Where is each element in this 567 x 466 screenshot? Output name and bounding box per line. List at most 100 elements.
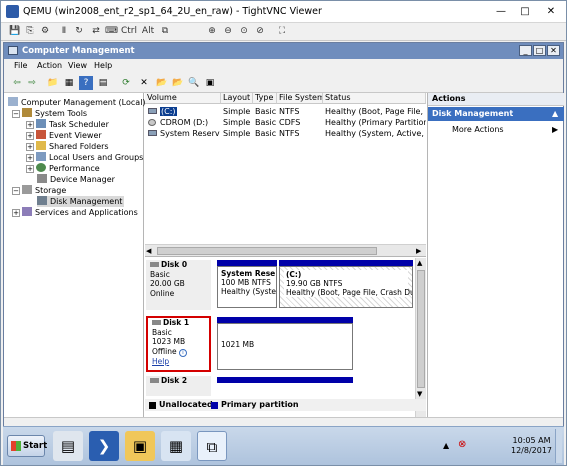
search-icon[interactable]: 🔍 — [187, 76, 201, 90]
scroll-down-icon[interactable]: ▼ — [417, 390, 422, 398]
menu-help[interactable]: Help — [94, 61, 112, 70]
up-folder-icon[interactable]: 📁 — [46, 76, 60, 90]
disk1-label[interactable]: Disk 1 Basic 1023 MB Offline i Help — [146, 316, 211, 372]
tree-item-event-viewer[interactable]: + Event Viewer — [26, 130, 102, 141]
cm-toolbar: ⇦ ⇨ 📁 ▦ ? ▤ ⟳ ✕ 📂 📂 🔍 ▣ — [4, 73, 563, 93]
show-desktop-button[interactable] — [555, 429, 562, 463]
options-icon[interactable]: ⚙ — [39, 25, 51, 38]
close-button[interactable]: ✕ — [547, 45, 560, 56]
menu-view[interactable]: View — [68, 61, 87, 70]
scroll-right-icon[interactable]: ▶ — [416, 247, 421, 255]
start-button[interactable]: Start — [7, 435, 47, 457]
column-header-type[interactable]: Type — [253, 93, 277, 104]
partition-disk1[interactable]: 1021 MB — [217, 323, 353, 370]
zoom-fit-icon[interactable]: ⊘ — [254, 25, 266, 38]
tree-item-performance[interactable]: + Performance — [26, 163, 100, 174]
tree-item-storage[interactable]: − Storage — [12, 185, 66, 196]
folder-icon[interactable]: 📂 — [171, 76, 185, 90]
explorer-icon[interactable]: ▣ — [125, 431, 155, 461]
viewer-toolbar: 💾 ⎘ ⚙ Ⅱ ↻ ⇄ ⌨ Ctrl Alt ⧉ ⊕ ⊖ ⊙ ⊘ ⛶ — [1, 23, 566, 41]
zoom-out-icon[interactable]: ⊖ — [222, 25, 234, 38]
column-header-filesystem[interactable]: File System — [277, 93, 323, 104]
tools-icon — [22, 108, 32, 117]
expand-icon[interactable]: + — [26, 121, 34, 129]
maximize-button[interactable]: □ — [533, 45, 546, 56]
server-manager-icon[interactable]: ▤ — [53, 431, 83, 461]
column-header-status[interactable]: Status — [323, 93, 426, 104]
expand-icon[interactable]: + — [26, 154, 34, 162]
tree-item-system-tools[interactable]: − System Tools — [12, 108, 87, 119]
collapse-icon[interactable]: − — [12, 110, 20, 118]
copy-icon[interactable]: ⎘ — [24, 25, 36, 38]
scroll-thumb[interactable] — [417, 270, 425, 388]
table-row[interactable]: (C:) Simple Basic NTFS Healthy (Boot, Pa… — [145, 106, 426, 117]
zoom-reset-icon[interactable]: ⊙ — [238, 25, 250, 38]
scroll-up-icon[interactable]: ▲ — [417, 259, 422, 267]
network-error-icon[interactable]: ⊗ — [458, 439, 466, 450]
table-row[interactable]: System Reserved Simple Basic NTFS Health… — [145, 128, 426, 139]
open-icon[interactable]: 📂 — [155, 76, 169, 90]
legend-unallocated: Unallocated — [159, 400, 213, 409]
collapse-icon[interactable]: − — [12, 187, 20, 195]
transfer-icon[interactable]: ⇄ — [90, 25, 102, 38]
scroll-left-icon[interactable]: ◀ — [146, 247, 151, 255]
computer-management-taskbar-icon[interactable]: ▦ — [161, 431, 191, 461]
active-window-icon[interactable]: ⧉ — [197, 431, 227, 461]
alt-key-button[interactable]: Alt — [141, 25, 155, 38]
disk2-label[interactable]: Disk 2 — [146, 376, 211, 396]
info-icon[interactable]: i — [179, 348, 187, 357]
tree-item-device-manager[interactable]: Device Manager — [37, 174, 115, 185]
delete-icon[interactable]: ✕ — [137, 76, 151, 90]
tree-item-task-scheduler[interactable]: + Task Scheduler — [26, 119, 109, 130]
expand-icon[interactable]: + — [26, 132, 34, 140]
expand-icon[interactable]: + — [26, 143, 34, 151]
services-icon — [22, 207, 32, 216]
expand-icon[interactable]: + — [26, 165, 34, 173]
properties-icon[interactable]: ▤ — [96, 76, 110, 90]
powershell-icon[interactable]: ❯ — [89, 431, 119, 461]
viewer-minimize-button[interactable]: — — [489, 5, 513, 19]
ctrl-key-button[interactable]: Ctrl — [120, 25, 138, 38]
help-icon[interactable]: ? — [79, 76, 93, 90]
partition-c[interactable]: (C:) 19.90 GB NTFS Healthy (Boot, Page F… — [279, 266, 413, 308]
tree-item-root[interactable]: Computer Management (Local) — [8, 97, 146, 108]
viewer-maximize-button[interactable]: □ — [513, 5, 537, 19]
disk1-help-link[interactable]: Help — [152, 357, 209, 367]
partition-system-reserved[interactable]: System Rese 100 MB NTFS Healthy (Syster — [217, 266, 277, 308]
unallocated-swatch — [149, 402, 156, 409]
column-header-layout[interactable]: Layout — [221, 93, 253, 104]
vertical-scrollbar[interactable]: ▲ ▼ — [415, 258, 426, 417]
clipboard-icon[interactable]: ⧉ — [159, 25, 171, 38]
table-row[interactable]: CDROM (D:) Simple Basic CDFS Healthy (Pr… — [145, 117, 426, 128]
viewer-close-button[interactable]: ✕ — [539, 5, 563, 19]
zoom-in-icon[interactable]: ⊕ — [206, 25, 218, 38]
console-tree-icon[interactable]: ▦ — [62, 76, 76, 90]
forward-icon[interactable]: ⇨ — [25, 76, 39, 90]
collapse-up-icon[interactable]: ▲ — [552, 107, 558, 120]
keyboard-icon[interactable]: ⌨ — [105, 25, 118, 38]
save-icon[interactable]: 💾 — [9, 25, 21, 38]
actions-disk-management[interactable]: Disk Management ▲ — [428, 107, 564, 121]
pause-icon[interactable]: Ⅱ — [58, 25, 70, 38]
tree-item-services[interactable]: + Services and Applications — [12, 207, 138, 218]
horizontal-scrollbar[interactable]: ◀ ▶ — [145, 244, 426, 256]
more-actions-item[interactable]: More Actions ▶ — [452, 124, 560, 135]
tree-item-local-users[interactable]: + Local Users and Groups — [26, 152, 143, 163]
refresh-icon[interactable]: ↻ — [73, 25, 85, 38]
tree-item-disk-management[interactable]: Disk Management — [37, 196, 125, 207]
disk-legend: Unallocated Primary partition — [145, 399, 426, 411]
menu-action[interactable]: Action — [37, 61, 62, 70]
disk0-label[interactable]: Disk 0 Basic 20.00 GB Online — [146, 260, 211, 310]
refresh-icon[interactable]: ⟳ — [119, 76, 133, 90]
column-header-volume[interactable]: Volume — [145, 93, 221, 104]
expand-icon[interactable]: + — [12, 209, 20, 217]
fullscreen-icon[interactable]: ⛶ — [276, 25, 288, 38]
scroll-thumb[interactable] — [157, 247, 377, 255]
back-icon[interactable]: ⇦ — [10, 76, 24, 90]
minimize-button[interactable]: _ — [519, 45, 532, 56]
menu-file[interactable]: File — [14, 61, 27, 70]
tree-item-shared-folders[interactable]: + Shared Folders — [26, 141, 109, 152]
tray-arrow-icon[interactable]: ▲ — [443, 441, 449, 450]
system-clock[interactable]: 10:05 AM 12/8/2017 — [511, 436, 552, 456]
view-icon[interactable]: ▣ — [203, 76, 217, 90]
